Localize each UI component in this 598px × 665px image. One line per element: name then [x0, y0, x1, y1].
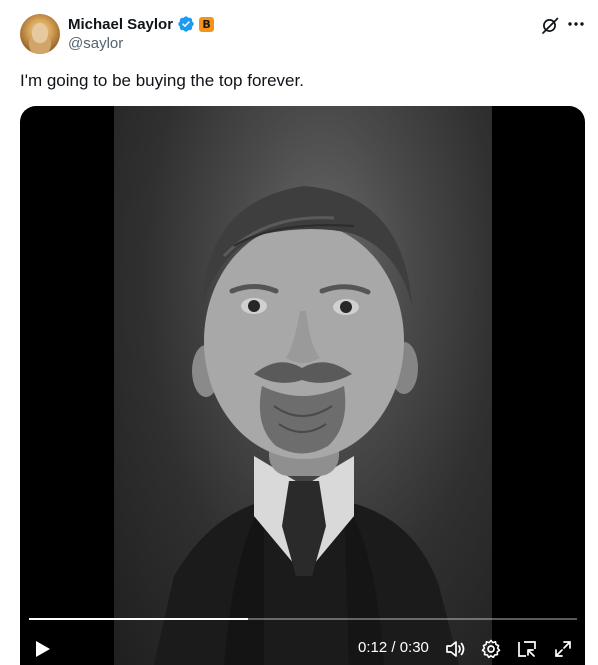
- grok-icon[interactable]: [540, 15, 560, 35]
- video-frame[interactable]: [114, 106, 492, 665]
- gear-icon[interactable]: [480, 638, 502, 660]
- video-still-image: [154, 186, 459, 665]
- author-avatar[interactable]: [20, 14, 60, 54]
- author-handle[interactable]: @saylor: [68, 35, 123, 52]
- more-dots-icon[interactable]: [566, 14, 586, 34]
- pip-icon[interactable]: [516, 638, 538, 660]
- affiliation-badge[interactable]: B: [199, 16, 215, 32]
- play-icon[interactable]: [32, 638, 54, 660]
- video-scrubber[interactable]: [29, 618, 577, 620]
- tweet-text: I'm going to be buying the top forever.: [20, 71, 304, 90]
- volume-icon[interactable]: [444, 638, 466, 660]
- avatar-face: [32, 23, 48, 43]
- fullscreen-icon[interactable]: [552, 638, 574, 660]
- verified-badge-icon[interactable]: [177, 15, 195, 33]
- video-player[interactable]: 0:12 / 0:30: [20, 106, 585, 665]
- author-display-name[interactable]: Michael Saylor: [68, 16, 173, 33]
- author-name-row: Michael Saylor B: [68, 14, 215, 34]
- video-time: 0:12 / 0:30: [358, 639, 429, 656]
- video-progress-fill: [29, 618, 249, 620]
